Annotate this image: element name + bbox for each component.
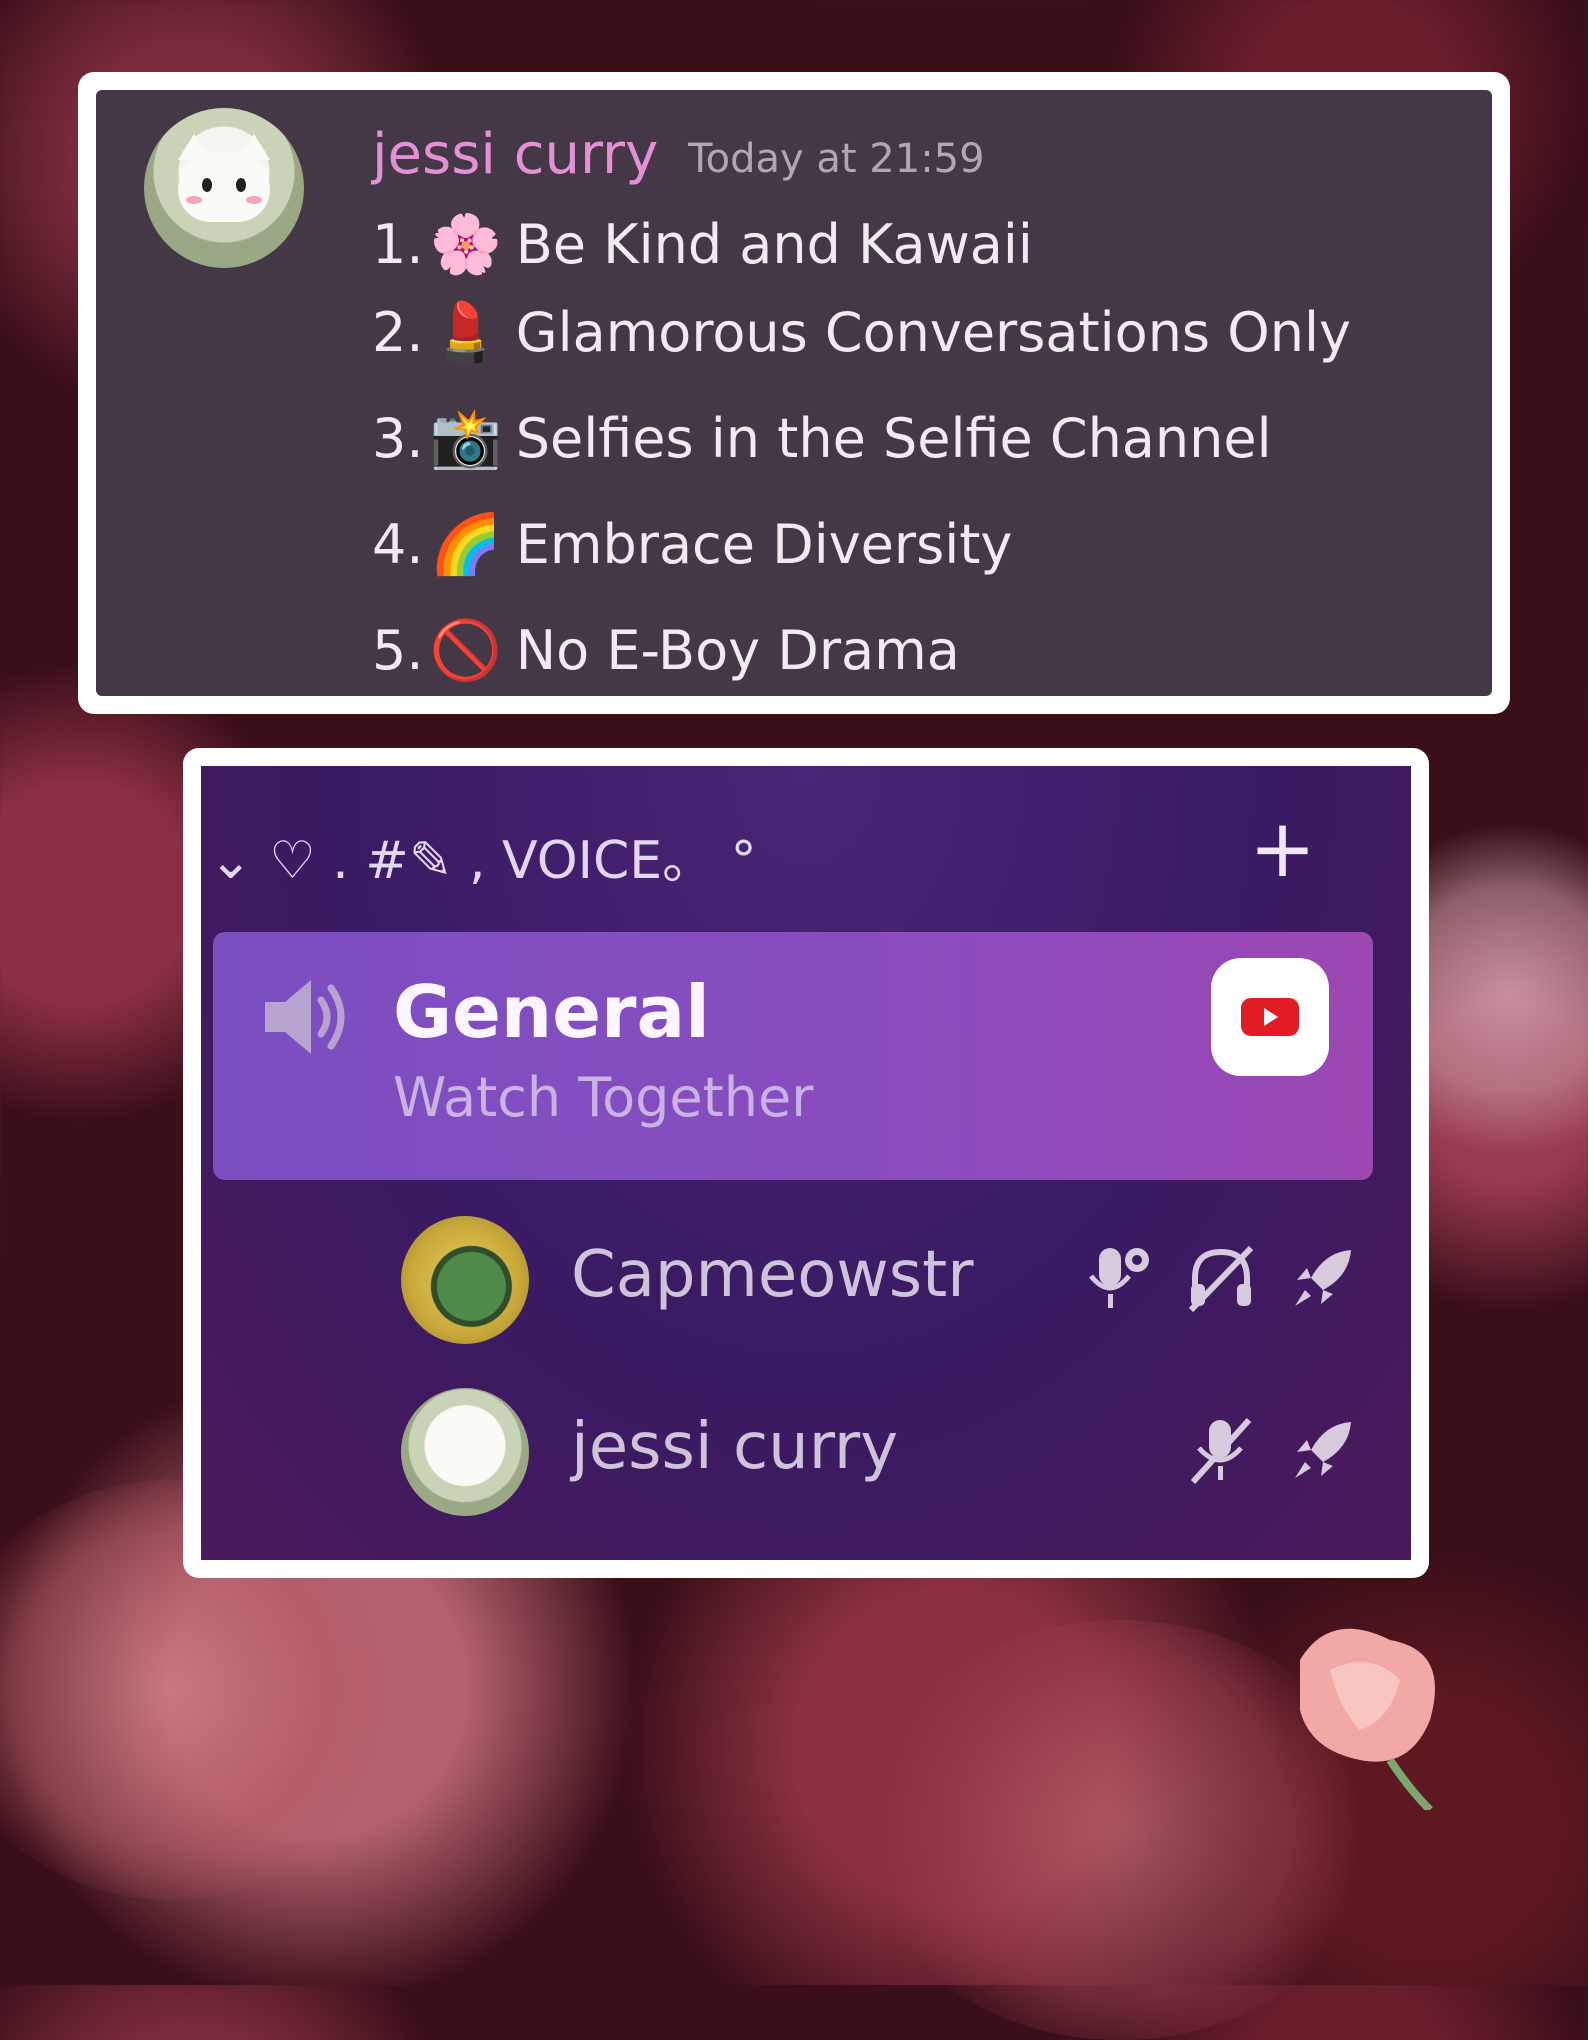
rule-text: Selfies in the Selfie Channel <box>515 407 1272 470</box>
rule-text: No E-Boy Drama <box>515 619 960 682</box>
rule-item: 5. 🚫 No E-Boy Drama <box>372 616 960 685</box>
member-status-icons <box>1183 1412 1361 1488</box>
boost-rocket-icon <box>1295 1250 1351 1306</box>
camera-flash-icon: 📸 <box>429 404 502 472</box>
rule-number: 1. <box>372 213 424 276</box>
channel-name: General <box>393 970 710 1054</box>
rainbow-icon: 🌈 <box>429 510 502 578</box>
youtube-icon[interactable] <box>1211 958 1329 1076</box>
mic-settings-icon <box>1089 1248 1149 1308</box>
message-card: jessi curry Today at 21:59 1. 🌸 Be Kind … <box>78 72 1510 714</box>
rule-number: 5. <box>372 619 424 682</box>
rule-item: 2. 💄 Glamorous Conversations Only <box>372 298 1351 367</box>
voice-channel-card: ⌄ ♡ . #✎ , VOICE。 ° + General Watch Toge… <box>183 748 1429 1578</box>
chat-message: jessi curry Today at 21:59 1. 🌸 Be Kind … <box>96 90 1492 696</box>
prohibited-icon: 🚫 <box>429 616 502 684</box>
rule-item: 4. 🌈 Embrace Diversity <box>372 510 1012 579</box>
speaker-icon <box>265 980 345 1054</box>
member-name: jessi curry <box>571 1410 899 1484</box>
avatar <box>401 1216 529 1344</box>
channel-status: Watch Together <box>393 1066 814 1129</box>
avatar[interactable] <box>144 108 304 268</box>
cherry-blossom-icon: 🌸 <box>429 210 502 278</box>
member-status-icons <box>1081 1240 1361 1316</box>
message-timestamp: Today at 21:59 <box>688 136 985 182</box>
cat-avatar-icon <box>178 134 270 222</box>
rule-item: 3. 📸 Selfies in the Selfie Channel <box>372 404 1272 473</box>
voice-category-header[interactable]: ⌄ ♡ . #✎ , VOICE。 ° <box>209 818 757 893</box>
rose-sticker-icon <box>1300 1628 1435 1810</box>
rule-text: Glamorous Conversations Only <box>515 301 1351 364</box>
message-username[interactable]: jessi curry <box>372 122 658 187</box>
voice-member[interactable]: Capmeowstr <box>401 1212 1361 1352</box>
lipstick-icon: 💄 <box>429 298 502 366</box>
rule-number: 3. <box>372 407 424 470</box>
rule-text: Be Kind and Kawaii <box>515 213 1033 276</box>
avatar <box>401 1388 529 1516</box>
add-channel-icon[interactable]: + <box>1249 809 1316 889</box>
member-name: Capmeowstr <box>571 1238 974 1312</box>
rule-number: 2. <box>372 301 424 364</box>
voice-member[interactable]: jessi curry <box>401 1384 1361 1524</box>
voice-channel-general[interactable]: General Watch Together <box>213 932 1373 1180</box>
deafened-headphones-icon <box>1188 1245 1254 1313</box>
muted-mic-icon <box>1190 1417 1252 1485</box>
rule-text: Embrace Diversity <box>515 513 1013 576</box>
rule-item: 1. 🌸 Be Kind and Kawaii <box>372 210 1033 279</box>
voice-channel-list: ⌄ ♡ . #✎ , VOICE。 ° + General Watch Toge… <box>201 766 1411 1560</box>
rule-number: 4. <box>372 513 424 576</box>
boost-rocket-icon <box>1295 1422 1351 1478</box>
